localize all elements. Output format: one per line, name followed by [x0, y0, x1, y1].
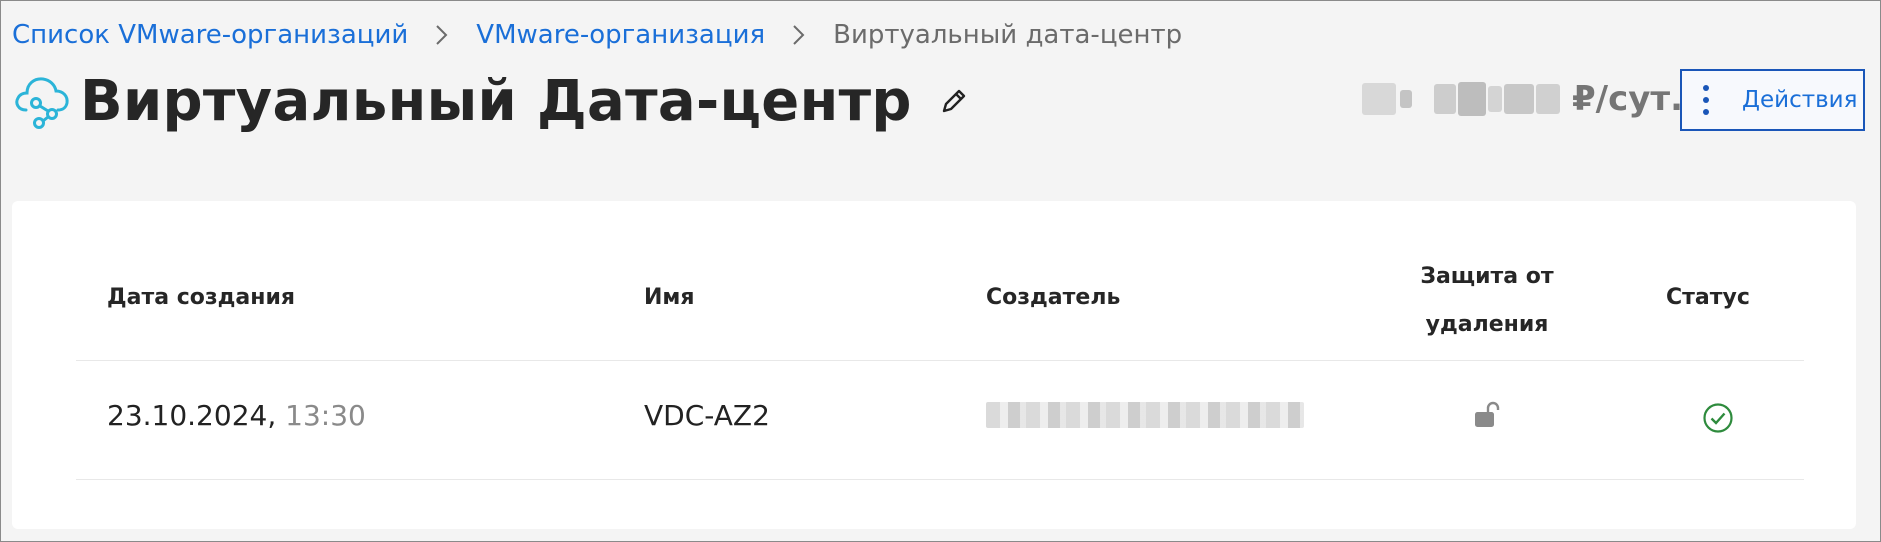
breadcrumb-current: Виртуальный дата-центр [833, 20, 1183, 50]
actions-button[interactable]: Действия [1680, 69, 1865, 131]
daily-price: ₽/сут. [1362, 76, 1683, 122]
created-time: 13:30 [285, 399, 366, 432]
column-header-created: Дата создания [107, 285, 295, 310]
created-date: 23.10.2024, [107, 399, 277, 432]
unlocked-padlock-icon[interactable] [1472, 400, 1502, 430]
price-amount-redacted [1362, 82, 1560, 116]
column-header-protection-line2: удаления [1425, 312, 1549, 337]
page-title: Виртуальный Дата-центр [80, 68, 912, 134]
cell-creator-redacted [986, 402, 1304, 428]
actions-button-label: Действия [1742, 87, 1858, 113]
vdc-info-card: Дата создания Имя Создатель Защита от уд… [12, 201, 1856, 529]
chevron-right-icon [779, 18, 819, 52]
price-unit: ₽/сут. [1572, 79, 1684, 119]
row-divider [76, 479, 1804, 480]
check-circle-icon [1702, 402, 1734, 434]
cell-name: VDC-AZ2 [644, 399, 770, 432]
column-header-protection: Защита от удаления [1402, 253, 1572, 349]
header-divider [76, 360, 1804, 361]
column-header-protection-line1: Защита от [1420, 264, 1554, 289]
pencil-icon[interactable] [936, 83, 972, 119]
column-header-creator: Создатель [986, 285, 1121, 310]
breadcrumb-link-org-list[interactable]: Список VMware-организаций [12, 20, 408, 50]
column-header-name: Имя [644, 285, 695, 310]
breadcrumb-link-org[interactable]: VMware-организация [476, 20, 765, 50]
kebab-menu-icon [1700, 85, 1712, 115]
breadcrumb: Список VMware-организаций VMware-организ… [12, 18, 1182, 52]
chevron-right-icon [422, 18, 462, 52]
cell-created: 23.10.2024, 13:30 [107, 399, 366, 432]
page-header: Виртуальный Дата-центр [12, 68, 972, 134]
column-header-status: Статус [1666, 285, 1750, 310]
cloud-network-icon [12, 70, 74, 132]
